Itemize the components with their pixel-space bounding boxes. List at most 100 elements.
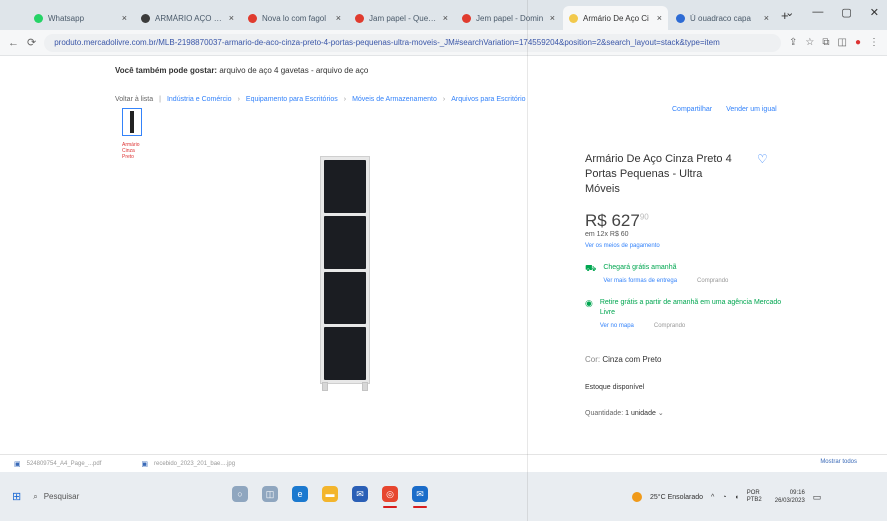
weather-text[interactable]: 25°C Ensolarado (650, 494, 703, 501)
maximize-icon[interactable]: ▢ (841, 6, 851, 19)
cabinet-door (324, 215, 366, 269)
mail-icon[interactable]: ✉ (352, 486, 368, 502)
close-tab-icon[interactable]: × (229, 13, 234, 23)
close-tab-icon[interactable]: × (336, 13, 341, 23)
browser-tab[interactable]: Ú ouadraco capa × (670, 6, 775, 30)
tab-title: Jam papel - Questo (369, 13, 438, 23)
tab-favicon-icon (141, 13, 150, 23)
tab-title: Ú ouadraco capa (690, 13, 751, 23)
weather-sun-icon[interactable] (632, 492, 642, 502)
share-link[interactable]: Compartilhar (672, 106, 712, 113)
browser-tab[interactable]: Jam papel - Questo × (349, 6, 454, 30)
language-indicator[interactable]: POR PTB2 (747, 490, 767, 504)
close-tab-icon[interactable]: × (550, 13, 555, 23)
stock-status: Estoque disponível (585, 384, 645, 391)
taskbar: ⊞ ⌕ Pesquisar ○ ◫ e ▬ ✉ ◎ ✉ 25°C Ensolarado ^ … (0, 472, 887, 521)
close-tab-icon[interactable]: × (443, 13, 448, 23)
cabinet-body (320, 156, 370, 384)
browser-tab[interactable]: Armário De Aço Ci × (563, 6, 668, 30)
browser-tab[interactable]: Whatsapp × (28, 6, 133, 30)
extension-puzzle-icon[interactable]: ⧉ (822, 37, 829, 48)
shipping-option: ⛟ Chegará grátis amanhã Ver mais formas … (585, 263, 785, 284)
edge-icon[interactable]: e (292, 486, 308, 502)
file-icon: ▣ (14, 460, 21, 468)
download-item[interactable]: ▣ 524809754_A4_Page_...pdf (14, 460, 101, 468)
product-main-image[interactable] (315, 156, 375, 391)
chrome-icon[interactable]: ◎ (382, 486, 398, 508)
search-icon[interactable]: ○ (232, 486, 248, 502)
shipping-more-link[interactable]: Ver mais formas de entrega Comprando (603, 278, 728, 284)
buy-box: Armário De Aço Cinza Preto 4 Portas Pequ… (585, 152, 785, 417)
tab-title: Nova lo com fagol (262, 13, 327, 23)
url-field[interactable]: produto.mercadolivre.com.br/MLB-21988700… (44, 33, 781, 52)
windows-start-icon[interactable]: ⊞ (12, 490, 21, 503)
system-tray: 25°C Ensolarado ^ ◔ ◖ POR PTB2 09:16 26/… (632, 489, 821, 505)
also-searched-links[interactable]: arquivo de aço 4 gavetas - arquivo de aç… (219, 66, 368, 75)
download-filename: recebido_2023_201_bae....jpg (154, 460, 236, 467)
reload-icon[interactable]: ⟳ (27, 36, 36, 49)
gallery-thumbnail[interactable] (122, 108, 142, 136)
address-bar-row: ← ⟳ produto.mercadolivre.com.br/MLB-2198… (0, 30, 887, 56)
profile-icon[interactable]: ● (855, 37, 861, 48)
close-tab-icon[interactable]: × (764, 13, 769, 23)
quantity-selector[interactable]: Quantidade: 1 unidade ⌄ (585, 409, 785, 417)
sell-similar-link[interactable]: Vender um igual (726, 106, 777, 113)
taskbar-search[interactable]: ⌕ Pesquisar (33, 492, 79, 502)
minimize-icon[interactable]: — (812, 6, 823, 19)
volume-icon[interactable]: ◖ (735, 494, 739, 501)
browser-tab[interactable]: Jem papel - Domin × (456, 6, 561, 30)
explorer-icon[interactable]: ▬ (322, 486, 338, 502)
breadcrumb-item[interactable]: Indústria e Comércio (167, 96, 232, 103)
back-to-list-link[interactable]: Voltar à lista (115, 96, 153, 103)
cabinet-foot (322, 382, 328, 391)
breadcrumb-item[interactable]: Móveis de Armazenamento (352, 96, 437, 103)
task-view-icon[interactable]: ◫ (262, 486, 278, 502)
downloads-bar: ▣ 524809754_A4_Page_...pdf ▣ recebido_20… (0, 454, 887, 472)
tray-chevron-icon[interactable]: ^ (711, 494, 714, 501)
browser-tab-strip: Whatsapp×ARMÁRIO AÇO VICENT×Nova lo com … (0, 0, 887, 30)
cabinet-door (324, 327, 366, 380)
screen: Whatsapp×ARMÁRIO AÇO VICENT×Nova lo com … (0, 0, 887, 521)
pickup-option: ◉ Retire grátis a partir de amanhã em um… (585, 298, 785, 329)
close-tab-icon[interactable]: × (122, 13, 127, 23)
taskbar-search-placeholder: Pesquisar (43, 492, 80, 501)
download-item[interactable]: ▣ recebido_2023_201_bae....jpg (141, 460, 235, 468)
tab-search-icon[interactable]: ⌄ (785, 6, 794, 19)
bookmark-star-icon[interactable]: ☆ (805, 37, 814, 48)
network-icon[interactable]: ◔ (722, 494, 726, 501)
browser-tab[interactable]: Nova lo com fagol × (242, 6, 347, 30)
color-value: Cinza com Preto (602, 355, 662, 364)
breadcrumb-separator: › (237, 96, 240, 103)
tab-favicon-icon (34, 13, 43, 23)
tab-favicon-icon (355, 13, 364, 23)
breadcrumb-separator: › (442, 96, 446, 103)
shipping-note: Comprando (697, 278, 729, 284)
also-searched-label: Você também pode gostar: (115, 66, 218, 75)
heart-icon[interactable]: ♡ (757, 152, 768, 166)
thumbnail-note: Armário Cinza Preto (122, 142, 140, 160)
tab-favicon-icon (462, 13, 471, 23)
close-tab-icon[interactable]: × (657, 13, 662, 23)
file-icon: ▣ (141, 460, 148, 468)
breadcrumb-item[interactable]: Equipamento para Escritórios (246, 96, 338, 103)
browser-tab[interactable]: ARMÁRIO AÇO VICENT × (135, 6, 240, 30)
back-arrow-icon[interactable]: ← (8, 37, 19, 49)
menu-kebab-icon[interactable]: ⋮ (869, 37, 879, 48)
cabinet-door (324, 271, 366, 325)
share-icon[interactable]: ⇪ (789, 37, 797, 48)
cabinet-foot (362, 382, 368, 391)
outlook-icon[interactable]: ✉ (412, 486, 428, 508)
color-label: Cor: (585, 355, 601, 364)
payment-methods-link[interactable]: Ver os meios de pagamento (585, 243, 785, 249)
notification-icon[interactable]: ▭ (813, 492, 822, 503)
show-all-downloads-link[interactable]: Mostrar todos (820, 459, 857, 465)
pickup-map-link[interactable]: Ver no mapa Comprando (600, 323, 785, 329)
download-filename: 524809754_A4_Page_...pdf (26, 460, 102, 467)
breadcrumb-item[interactable]: Arquivos para Escritório (451, 96, 525, 103)
clock[interactable]: 09:16 26/03/2023 (775, 489, 805, 505)
search-icon: ⌕ (33, 491, 38, 501)
split-view-icon[interactable]: ◫ (838, 37, 847, 48)
close-window-icon[interactable]: ✕ (870, 6, 879, 19)
tab-title: Whatsapp (48, 13, 85, 23)
also-searched-bar: Você também pode gostar: arquivo de aço … (115, 66, 368, 75)
